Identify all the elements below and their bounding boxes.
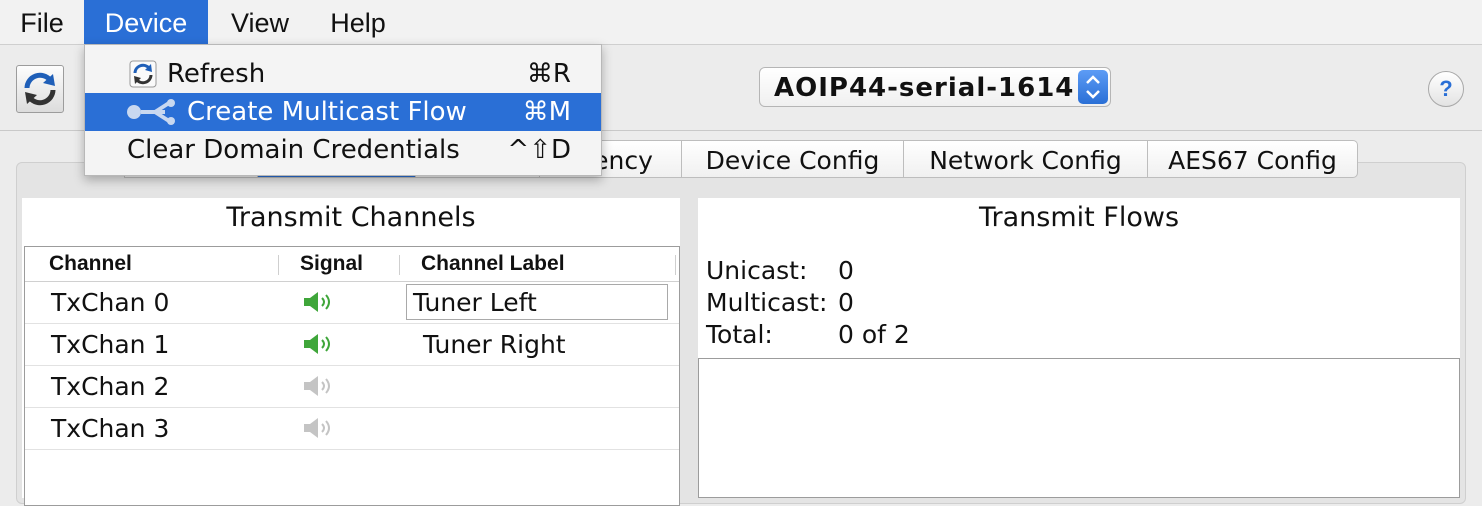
menu-file[interactable]: File [0,0,84,44]
help-button[interactable]: ? [1428,71,1464,107]
menu-view[interactable]: View [208,0,312,44]
menu-item-refresh-shortcut: ⌘R [526,59,571,89]
column-header-signal[interactable]: Signal [300,247,363,281]
transmit-channels-title: Transmit Channels [226,202,476,233]
channel-label[interactable]: Tuner Right [423,323,566,365]
table-row[interactable]: TxChan 0 Tuner Left [25,281,679,324]
tab-network-config[interactable]: Network Config [904,140,1148,178]
unicast-stat: Unicast: 0 [706,256,854,285]
unicast-value: 0 [838,256,854,285]
menu-item-refresh-label: Refresh [167,59,266,89]
transmit-flows-list[interactable] [698,358,1460,498]
multicast-stat: Multicast: 0 [706,288,854,317]
refresh-button[interactable] [16,65,64,113]
signal-inactive-icon [304,376,330,396]
transmit-flows-title: Transmit Flows [978,202,1180,233]
table-row[interactable]: TxChan 2 [25,365,679,408]
channel-name: TxChan 3 [51,414,170,443]
column-header-channel-label[interactable]: Channel Label [421,247,565,281]
unicast-label: Unicast: [706,256,808,285]
menu-item-clear-domain-credentials[interactable]: Clear Domain Credentials ^⇧D [85,131,601,169]
multicast-value: 0 [838,288,854,317]
column-divider [399,255,400,275]
transmit-channels-table: Channel Signal Channel Label TxChan 0 Tu… [24,246,680,506]
device-select-value: AOIP44-serial-1614 [774,73,1075,103]
multicast-icon [127,99,175,125]
column-header-channel[interactable]: Channel [49,247,132,281]
table-header: Channel Signal Channel Label [25,247,679,282]
multicast-label: Multicast: [706,288,828,317]
select-stepper-icon [1078,70,1108,104]
channel-label-field[interactable]: Tuner Left [406,284,668,320]
menu-item-clear-domain-credentials-shortcut: ^⇧D [507,135,571,165]
device-select[interactable]: AOIP44-serial-1614 [759,67,1111,107]
table-row[interactable]: TxChan 1 Tuner Right [25,323,679,366]
menu-device[interactable]: Device [84,0,208,44]
transmit-flows-panel: Transmit Flows Unicast: 0 Multicast: 0 T… [698,198,1460,498]
column-divider [675,255,676,275]
channel-name: TxChan 0 [51,288,170,317]
menu-item-clear-domain-credentials-label: Clear Domain Credentials [127,135,460,165]
menu-bar: File Device View Help [0,0,1482,45]
channel-name: TxChan 2 [51,372,170,401]
menu-item-refresh[interactable]: Refresh ⌘R [85,55,601,93]
total-value: 0 of 2 [838,320,910,349]
tab-device-config[interactable]: Device Config [682,140,904,178]
table-row[interactable]: TxChan 3 [25,407,679,450]
tab-aes67-config[interactable]: AES67 Config [1148,140,1358,178]
refresh-icon [24,72,56,106]
menu-help[interactable]: Help [312,0,404,44]
transmit-channels-panel: Transmit Channels Channel Signal Channel… [22,198,680,506]
signal-active-icon [304,292,330,312]
total-label: Total: [706,320,773,349]
menu-item-create-multicast-flow[interactable]: Create Multicast Flow ⌘M [85,93,601,131]
refresh-icon [129,60,157,88]
menu-item-create-multicast-flow-label: Create Multicast Flow [187,97,467,127]
channel-name: TxChan 1 [51,330,170,359]
signal-inactive-icon [304,418,330,438]
signal-active-icon [304,334,330,354]
menu-item-create-multicast-flow-shortcut: ⌘M [522,97,571,127]
total-stat: Total: 0 of 2 [706,320,910,349]
device-menu-dropdown: Refresh ⌘R Create Multicast Flow ⌘M Clea… [84,44,602,176]
column-divider [278,255,279,275]
